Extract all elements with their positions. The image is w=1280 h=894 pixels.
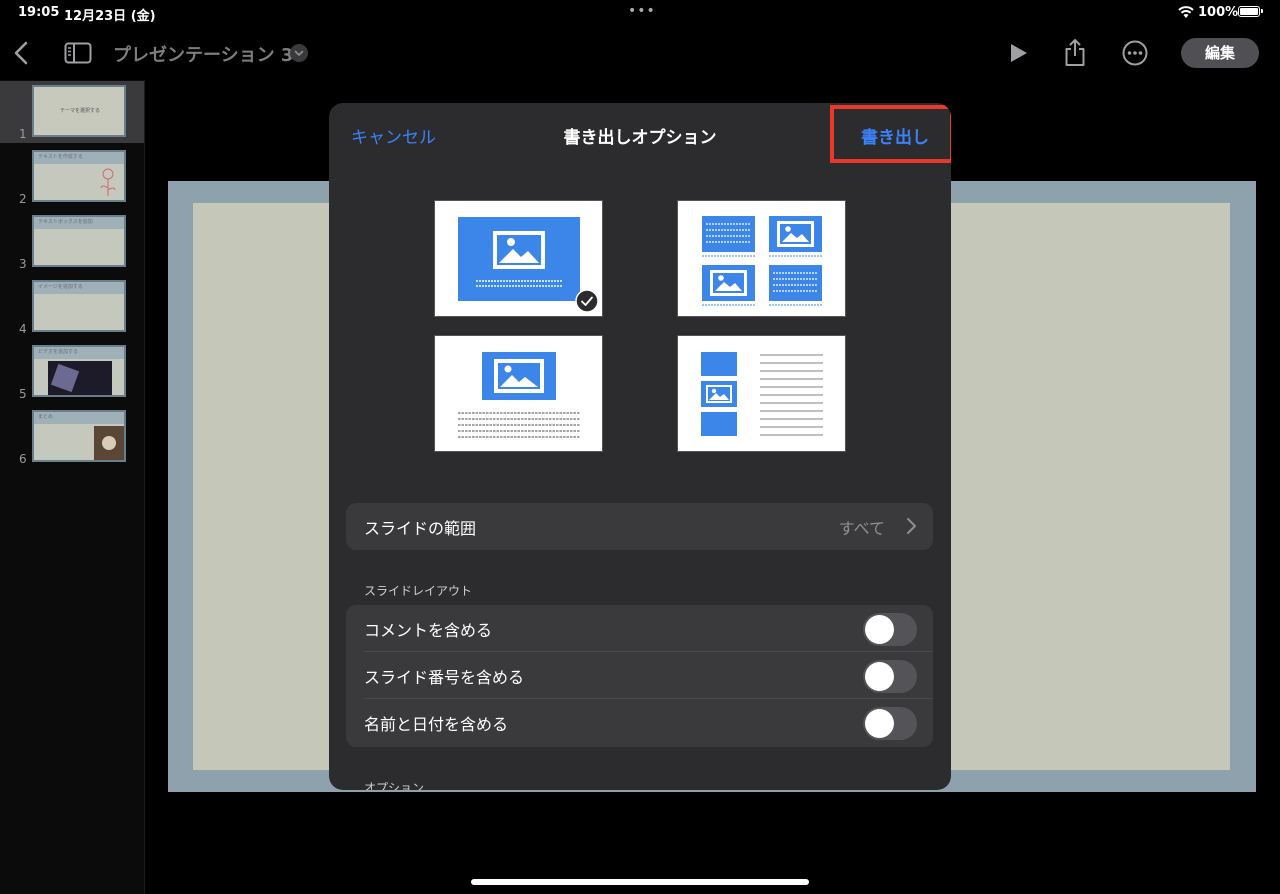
include-name-date-row: 名前と日付を含める <box>346 699 933 746</box>
slide-thumbnail[interactable]: ビデオを追加する <box>32 345 126 397</box>
slide-number: 5 <box>19 387 27 401</box>
slide-number: 2 <box>19 192 27 206</box>
back-chevron-icon[interactable] <box>10 40 34 66</box>
slide-range-group: スライドの範囲 すべて <box>346 503 933 550</box>
status-time: 19:05 <box>18 5 60 20</box>
slide-layout-options-group: コメントを含める スライド番号を含める 名前と日付を含める <box>346 605 933 747</box>
slide-thumbnail-row[interactable]: 2 テキストを作成する <box>0 146 144 208</box>
slide-layout-section-header: スライドレイアウト <box>364 584 473 598</box>
slide-thumbnail-row[interactable]: 4 イメージを追加する <box>0 276 144 338</box>
include-name-date-toggle[interactable] <box>863 707 917 740</box>
status-date: 12月23日 (金) <box>64 9 156 24</box>
status-bar: 19:05 12月23日 (金) ••• 100% <box>0 0 1280 26</box>
selected-check-icon <box>575 289 599 313</box>
battery-icon <box>1238 6 1263 17</box>
thumbnail-photo <box>48 361 112 395</box>
layout-option-single[interactable] <box>434 200 603 317</box>
slide-thumbnail[interactable]: テーマを選択する <box>32 85 126 137</box>
share-icon[interactable] <box>1062 38 1088 68</box>
title-menu-chevron-icon[interactable] <box>290 44 308 62</box>
slide-thumbnail-text: テキストを作成する <box>38 154 83 160</box>
chevron-right-icon <box>907 518 916 534</box>
slide-thumbnail-row[interactable]: 6 まとめ <box>0 406 144 468</box>
outline-layout-icon <box>701 352 823 436</box>
slide-thumbnail[interactable]: テキストを作成する <box>32 150 126 202</box>
slide-thumbnail-row[interactable]: 3 テキストボックスを追加 <box>0 211 144 273</box>
slide-number: 3 <box>19 257 27 271</box>
include-comments-label: コメントを含める <box>364 621 493 640</box>
export-options-dialog: キャンセル 書き出しオプション 書き出し スライドの範囲 すべて スライドレイア… <box>329 103 951 790</box>
include-slide-numbers-toggle[interactable] <box>863 660 917 693</box>
layout-option-notes[interactable] <box>434 335 603 452</box>
document-title[interactable]: プレゼンテーション 3 <box>113 41 293 67</box>
slide-thumbnail-row[interactable]: 1 テーマを選択する <box>0 81 144 143</box>
include-comments-toggle[interactable] <box>863 613 917 646</box>
slide-range-row[interactable]: スライドの範囲 すべて <box>346 503 933 550</box>
slide-thumbnail[interactable]: イメージを追加する <box>32 280 126 332</box>
export-button[interactable]: 書き出し <box>861 123 929 148</box>
slide-number: 6 <box>19 452 27 466</box>
slide-thumbnail-text: テキストボックスを追加 <box>38 219 93 225</box>
slide-thumbnail-row[interactable]: 5 ビデオを追加する <box>0 341 144 403</box>
slide-thumbnail[interactable]: まとめ <box>32 410 126 462</box>
slide-range-label: スライドの範囲 <box>364 519 477 538</box>
layout-option-grid[interactable] <box>677 200 846 317</box>
home-indicator[interactable] <box>471 879 809 885</box>
options-section-header: オプション <box>364 781 425 790</box>
multitask-dots[interactable]: ••• <box>628 3 656 19</box>
slide-thumbnail-text: まとめ <box>38 414 54 420</box>
more-options-icon[interactable] <box>1122 40 1148 66</box>
sidebar-toggle-icon[interactable] <box>64 42 92 64</box>
include-slide-numbers-label: スライド番号を含める <box>364 668 525 687</box>
toolbar: プレゼンテーション 3 編集 <box>0 26 1280 80</box>
slide-navigator: 1 テーマを選択する 2 テキストを作成する 3 テキストボックスを追加 4 イ… <box>0 80 145 894</box>
include-comments-row: コメントを含める <box>346 605 933 652</box>
slide-range-value: すべて <box>838 519 885 538</box>
slide-thumbnail-text: ビデオを追加する <box>38 349 79 355</box>
slide-thumbnail-text: イメージを追加する <box>38 284 83 290</box>
thumbnail-photo <box>94 426 124 460</box>
play-icon[interactable] <box>1006 41 1030 65</box>
wifi-icon <box>1178 6 1194 18</box>
slide-thumbnail-text: テーマを選択する <box>60 108 101 114</box>
slide-number: 1 <box>19 127 27 141</box>
battery-percent: 100% <box>1198 5 1239 20</box>
grid-layout-icon <box>702 216 822 306</box>
slide-thumbnail[interactable]: テキストボックスを追加 <box>32 215 126 267</box>
flower-drawing-icon <box>100 168 116 196</box>
slide-with-notes-layout-icon <box>458 352 580 438</box>
slide-number: 4 <box>19 322 27 336</box>
include-slide-numbers-row: スライド番号を含める <box>346 652 933 699</box>
include-name-date-label: 名前と日付を含める <box>364 715 509 734</box>
edit-button[interactable]: 編集 <box>1181 38 1259 68</box>
layout-option-outline[interactable] <box>677 335 846 452</box>
